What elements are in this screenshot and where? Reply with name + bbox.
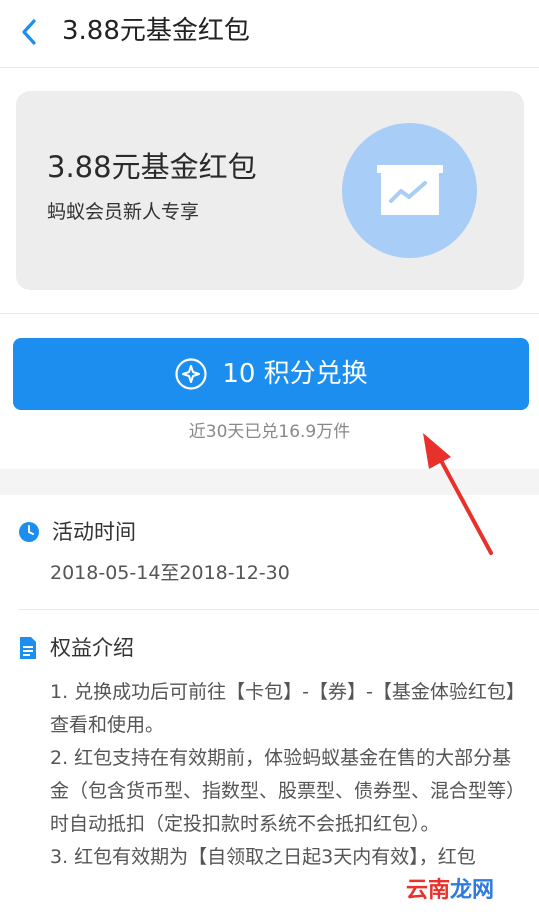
annotation-arrow-icon [423,433,493,555]
watermark-text-b: 龙网 [450,878,495,903]
watermark-text-a: 云南 [406,878,451,903]
watermark-logo: 云南 龙网 [400,868,501,908]
